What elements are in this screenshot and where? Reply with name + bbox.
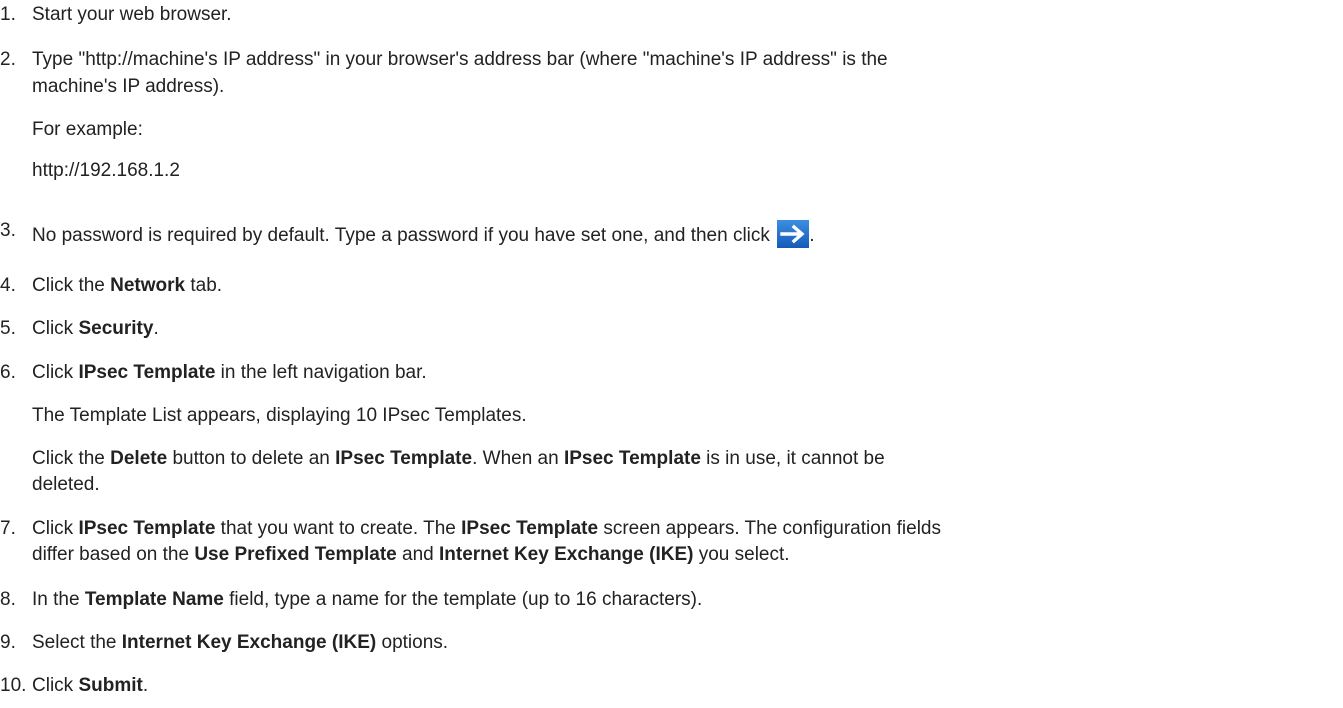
- bold-term: Security: [78, 318, 154, 339]
- bold-term: IPsec Template: [335, 448, 473, 469]
- step-text: Click IPsec Template that you want to cr…: [32, 518, 941, 540]
- bold-term: IPsec Template: [563, 448, 701, 469]
- step-7-continuation: differ based on the Use Prefixed Templat…: [32, 544, 790, 566]
- text-run: Click the: [32, 448, 111, 469]
- step-text: Select the Internet Key Exchange (IKE) o…: [32, 632, 448, 654]
- text-run: tab.: [185, 275, 223, 296]
- step-text: Click Submit.: [32, 675, 148, 697]
- text-run: Click: [32, 675, 79, 696]
- text-run: you select.: [693, 544, 790, 565]
- text-run: Click the: [32, 275, 111, 296]
- text-run: screen appears. The configuration fields: [598, 518, 941, 539]
- step-text: No password is required by default. Type…: [32, 220, 814, 248]
- step-2-continuation: machine's IP address).: [32, 76, 225, 97]
- example-url: http://192.168.1.2: [32, 160, 180, 181]
- step-text: Click the Network tab.: [32, 275, 222, 297]
- text-run: Click: [32, 518, 79, 539]
- text-run: In the: [32, 589, 85, 610]
- text-run: Click: [32, 318, 79, 339]
- text-run: . When an: [472, 448, 564, 469]
- step-6-delete-note: Click the Delete button to delete an IPs…: [32, 448, 885, 470]
- bold-term: Template Name: [84, 589, 224, 610]
- text-run: Select the: [32, 632, 122, 653]
- example-label: For example:: [32, 119, 143, 140]
- bold-term: Delete: [110, 448, 168, 469]
- text-run: options.: [376, 632, 449, 653]
- bold-term: Submit: [78, 675, 143, 696]
- go-arrow-icon[interactable]: [777, 220, 810, 248]
- text-run: button to delete an: [167, 448, 336, 469]
- step-text: Type "http://machine's IP address" in yo…: [32, 49, 888, 70]
- step-6-note: The Template List appears, displaying 10…: [32, 405, 527, 426]
- step-text: In the Template Name field, type a name …: [32, 589, 702, 611]
- text-run: differ based on the: [32, 544, 195, 565]
- bold-term: Internet Key Exchange (IKE): [121, 632, 377, 653]
- text-run: .: [142, 675, 149, 696]
- text-run: that you want to create. The: [215, 518, 462, 539]
- step-3-text: No password is required by default. Type…: [32, 225, 770, 246]
- bold-term: Use Prefixed Template: [194, 544, 397, 565]
- bold-term: IPsec Template: [78, 518, 216, 539]
- text-run: .: [153, 318, 159, 339]
- step-text: Start your web browser.: [32, 4, 232, 25]
- text-run: is in use, it cannot be: [700, 448, 885, 469]
- bold-term: Network: [110, 275, 186, 296]
- text-run: in the left navigation bar.: [215, 362, 427, 383]
- step-6-delete-note-continuation: deleted.: [32, 474, 100, 495]
- bold-term: IPsec Template: [78, 362, 216, 383]
- bold-term: Internet Key Exchange (IKE): [439, 544, 694, 565]
- step-3-period: .: [809, 225, 815, 246]
- bold-term: IPsec Template: [461, 518, 599, 539]
- step-text: Click IPsec Template in the left navigat…: [32, 362, 427, 384]
- text-run: Click: [32, 362, 79, 383]
- text-run: field, type a name for the template (up …: [223, 589, 703, 610]
- text-run: and: [396, 544, 439, 565]
- step-text: Click Security.: [32, 318, 159, 340]
